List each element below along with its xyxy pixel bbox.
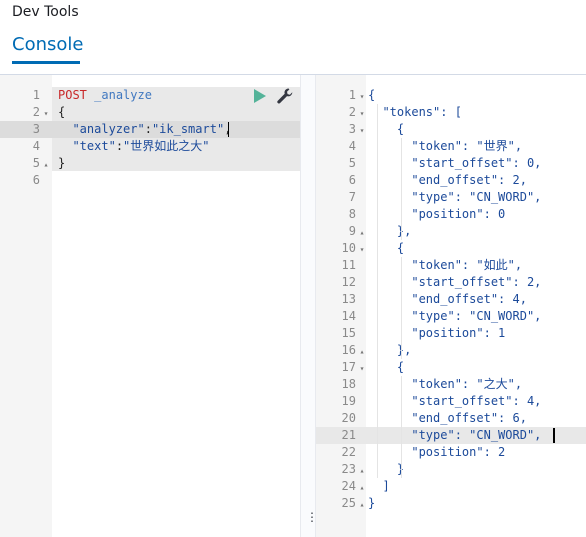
line-number: 3 ▾ — [316, 121, 368, 138]
play-icon[interactable] — [253, 88, 267, 104]
text-cursor — [228, 122, 229, 137]
response-code-line[interactable]: "end_offset": 6, — [368, 410, 527, 427]
line-number: 1 — [32, 88, 40, 102]
response-code-line[interactable]: "start_offset": 0, — [368, 155, 541, 172]
response-code-line[interactable]: "type": "CN_WORD", — [368, 427, 541, 444]
fold-up-icon[interactable]: ▴ — [356, 479, 368, 496]
indent-guide — [377, 104, 378, 478]
response-code-line[interactable]: { — [368, 240, 404, 257]
fold-up-icon[interactable]: ▴ — [356, 496, 368, 513]
response-code-line[interactable]: { — [368, 359, 404, 376]
response-code-line[interactable]: "end_offset": 4, — [368, 291, 527, 308]
line-number: 1 ▾ — [316, 87, 368, 104]
fold-up-icon[interactable]: ▴ — [356, 462, 368, 479]
code-line[interactable]: } — [58, 155, 65, 172]
line-number: 14 — [341, 309, 356, 323]
line-number: 24 ▴ — [316, 478, 368, 495]
response-code-line[interactable]: } — [368, 461, 404, 478]
response-code-line[interactable]: { — [368, 87, 375, 104]
line-number: 4 — [32, 139, 40, 153]
line-number: 6 — [32, 173, 40, 187]
line-number: 19 — [341, 394, 356, 408]
line-number: 2 ▾ — [0, 104, 52, 121]
request-endpoint: _analyze — [94, 88, 152, 102]
tab-console[interactable]: Console — [12, 34, 83, 55]
text-cursor — [553, 428, 555, 443]
line-number: 2 ▾ — [316, 104, 368, 121]
line-number: 18 — [341, 377, 356, 391]
active-tab-indicator — [12, 61, 80, 64]
response-code-line[interactable]: { — [368, 121, 404, 138]
line-number: 13 — [341, 292, 356, 306]
wrench-icon[interactable] — [276, 87, 294, 105]
response-code-line[interactable]: "start_offset": 2, — [368, 274, 541, 291]
line-number: 16 ▴ — [316, 342, 368, 359]
header: Dev Tools Console — [0, 0, 586, 74]
indent-guide — [401, 138, 402, 240]
response-code-line[interactable]: }, — [368, 342, 411, 359]
http-method: POST — [58, 88, 87, 102]
fold-down-icon[interactable]: ▾ — [40, 105, 52, 122]
response-code-line[interactable]: "position": 2 — [368, 444, 505, 461]
line-number: 23 ▴ — [316, 461, 368, 478]
response-code-line[interactable]: "token": "世界", — [368, 138, 522, 155]
line-number: 15 — [341, 326, 356, 340]
fold-up-icon[interactable]: ▴ — [356, 224, 368, 241]
response-code-line[interactable]: "tokens": [ — [368, 104, 461, 121]
fold-down-icon[interactable]: ▾ — [356, 105, 368, 122]
request-line[interactable]: POST _analyze — [58, 87, 152, 104]
line-number: 7 — [348, 190, 356, 204]
response-code-line[interactable]: "token": "之大", — [368, 376, 522, 393]
code-line[interactable]: { — [58, 104, 65, 121]
response-code-line[interactable]: "position": 1 — [368, 325, 505, 342]
line-number: 5 ▴ — [0, 155, 52, 172]
fold-down-icon[interactable]: ▾ — [356, 241, 368, 258]
code-line[interactable]: "analyzer":"ik_smart", — [58, 121, 231, 138]
code-line[interactable]: "text":"世界如此之大" — [58, 138, 209, 155]
response-code-line[interactable]: "token": "如此", — [368, 257, 522, 274]
response-code-line[interactable]: ] — [368, 478, 389, 495]
fold-up-icon[interactable]: ▴ — [356, 343, 368, 360]
line-number: 22 — [341, 445, 356, 459]
response-code-line[interactable]: "start_offset": 4, — [368, 393, 541, 410]
response-code-line[interactable]: }, — [368, 223, 411, 240]
request-editor[interactable]: 1 2 ▾ 3 4 5 ▴ 6 POST _analyze { "analyzer"… — [0, 75, 300, 537]
line-number: 6 — [348, 173, 356, 187]
response-code-line[interactable]: } — [368, 495, 375, 512]
line-number: 21 — [341, 428, 356, 442]
fold-down-icon[interactable]: ▾ — [356, 122, 368, 139]
line-number: 5 — [348, 156, 356, 170]
line-number: 25 ▴ — [316, 495, 368, 512]
fold-down-icon[interactable]: ▾ — [356, 360, 368, 377]
app-title: Dev Tools — [12, 4, 79, 20]
panel-resizer[interactable]: ⋮ — [300, 75, 318, 537]
line-number: 17 ▾ — [316, 359, 368, 376]
line-number: 20 — [341, 411, 356, 425]
line-number: 8 — [348, 207, 356, 221]
response-code-line[interactable]: "end_offset": 2, — [368, 172, 527, 189]
line-number: 4 — [348, 139, 356, 153]
response-code-line[interactable]: "type": "CN_WORD", — [368, 308, 541, 325]
fold-up-icon[interactable]: ▴ — [40, 156, 52, 173]
line-number: 12 — [341, 275, 356, 289]
indent-guide — [401, 376, 402, 478]
line-number: 10 ▾ — [316, 240, 368, 257]
resize-handle-icon[interactable]: ⋮ — [306, 511, 318, 529]
response-editor[interactable]: 1 ▾ 2 ▾ 3 ▾ 4 5 6 7 8 9 ▴ 10 ▾ 11 12 13 14 15 16 ▴ 17 ▾ 18 19 20 21… — [316, 75, 586, 537]
response-code-line[interactable]: "type": "CN_WORD", — [368, 189, 541, 206]
indent-guide — [401, 257, 402, 359]
line-number: 9 ▴ — [316, 223, 368, 240]
line-number: 11 — [341, 258, 356, 272]
line-number: 3 — [32, 122, 40, 136]
fold-down-icon[interactable]: ▾ — [356, 88, 368, 105]
response-code-line[interactable]: "position": 0 — [368, 206, 505, 223]
